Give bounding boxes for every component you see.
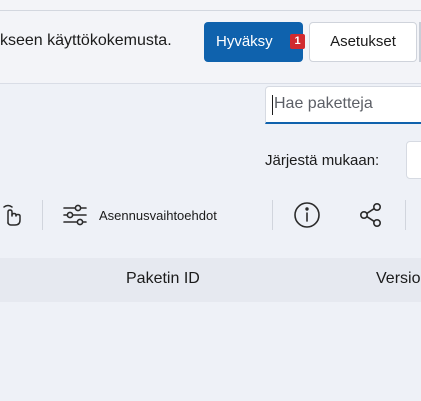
consent-banner: kseen käyttökokemusta. Hyväksy 1 Asetuks… (0, 0, 421, 84)
touch-hand-button[interactable] (0, 192, 26, 238)
search-field[interactable] (265, 86, 421, 124)
table-body (0, 302, 421, 401)
search-input[interactable] (274, 87, 421, 121)
toolbar-separator (405, 200, 406, 230)
share-icon (358, 202, 384, 228)
consent-text: kseen käyttökokemusta. (0, 32, 172, 49)
accept-button[interactable]: Hyväksy (204, 22, 303, 62)
settings-button[interactable]: Asetukset (309, 22, 417, 62)
notification-badge: 1 (290, 34, 305, 49)
column-header-package-id[interactable]: Paketin ID (126, 270, 200, 288)
info-button[interactable] (289, 192, 325, 238)
table-header: Paketin ID Versio (0, 258, 421, 302)
sort-label: Järjestä mukaan: (265, 152, 380, 169)
install-options-label: Asennusvaihtoehdot (99, 207, 217, 223)
toolbar-separator (42, 200, 43, 230)
touch-hand-icon (2, 203, 24, 227)
toolbar-separator (272, 200, 273, 230)
install-options-button[interactable]: Asennusvaihtoehdot (62, 192, 256, 238)
sliders-icon (62, 204, 88, 226)
divider (0, 10, 421, 11)
toolbar: Asennusvaihtoehdot (0, 192, 421, 238)
text-caret (272, 95, 273, 115)
column-header-version[interactable]: Versio (376, 270, 420, 288)
sort-dropdown[interactable] (406, 141, 421, 179)
share-button[interactable] (353, 192, 389, 238)
info-icon (293, 201, 321, 229)
